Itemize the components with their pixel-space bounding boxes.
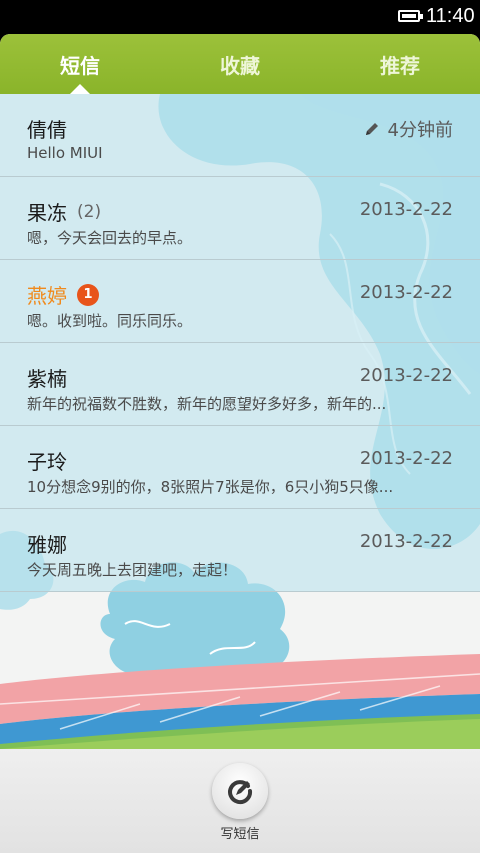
contact-name-text: 紫楠 bbox=[27, 367, 67, 391]
compose-icon bbox=[228, 780, 253, 805]
contact-name-text: 倩倩 bbox=[27, 118, 67, 142]
message-preview: 嗯。收到啦。同乐同乐。 bbox=[27, 312, 193, 330]
contact-name: 倩倩 bbox=[27, 114, 67, 143]
message-preview: 10分想念9别的你，8张照片7张是你，6只小狗5只像... bbox=[27, 478, 394, 496]
message-time-text: 4分钟前 bbox=[387, 120, 453, 141]
battery-icon bbox=[398, 10, 423, 22]
conversation-row[interactable]: 倩倩 4分钟前 Hello MIUI bbox=[0, 94, 480, 177]
compose-button[interactable] bbox=[212, 763, 268, 819]
contact-name-text: 雅娜 bbox=[27, 533, 67, 557]
message-time: 2013-2-22 bbox=[359, 365, 453, 386]
message-preview: 嗯，今天会回去的早点。 bbox=[27, 229, 193, 247]
message-time: 2013-2-22 bbox=[359, 199, 453, 220]
message-count: (2) bbox=[77, 201, 102, 222]
conversation-row[interactable]: 雅娜 2013-2-22 今天周五晚上去团建吧，走起！ bbox=[0, 509, 480, 592]
conversation-list: 倩倩 4分钟前 Hello MIUI 果冻 (2) 2013-2-22 嗯，今天… bbox=[0, 94, 480, 592]
conversation-row[interactable]: 子玲 2013-2-22 10分想念9别的你，8张照片7张是你，6只小狗5只像.… bbox=[0, 426, 480, 509]
status-bar: 11:40 bbox=[0, 0, 480, 34]
compose-label: 写短信 bbox=[220, 827, 260, 842]
contact-name: 紫楠 bbox=[27, 363, 67, 392]
tab-favorites[interactable]: 收藏 bbox=[160, 34, 320, 94]
message-time: 2013-2-22 bbox=[359, 282, 453, 303]
contact-name-text: 子玲 bbox=[27, 450, 67, 474]
contact-name: 燕婷 1 bbox=[27, 280, 99, 309]
bottom-action-bar: 写短信 bbox=[0, 749, 480, 853]
messaging-app: 短信 收藏 推荐 倩倩 4分钟前 Hello MIUI 果冻 (2) 2013-… bbox=[0, 34, 480, 853]
tab-label: 短信 bbox=[60, 53, 100, 78]
draft-pencil-icon bbox=[365, 123, 378, 135]
tab-recommend[interactable]: 推荐 bbox=[320, 34, 480, 94]
tab-sms[interactable]: 短信 bbox=[0, 34, 160, 94]
conversation-row[interactable]: 紫楠 2013-2-22 新年的祝福数不胜数，新年的愿望好多好多，新年的... bbox=[0, 343, 480, 426]
message-preview: 今天周五晚上去团建吧，走起！ bbox=[27, 561, 238, 579]
contact-name: 雅娜 bbox=[27, 529, 67, 558]
conversation-row[interactable]: 果冻 (2) 2013-2-22 嗯，今天会回去的早点。 bbox=[0, 177, 480, 260]
contact-name-text: 果冻 bbox=[27, 201, 67, 225]
tab-bar: 短信 收藏 推荐 bbox=[0, 34, 480, 94]
message-time: 2013-2-22 bbox=[359, 448, 453, 469]
active-tab-indicator bbox=[70, 84, 90, 94]
tab-label: 推荐 bbox=[380, 53, 420, 78]
contact-name-text: 燕婷 bbox=[27, 284, 67, 308]
contact-name: 子玲 bbox=[27, 446, 67, 475]
message-preview: 新年的祝福数不胜数，新年的愿望好多好多，新年的... bbox=[27, 395, 387, 413]
message-preview: Hello MIUI bbox=[27, 144, 103, 162]
message-time: 4分钟前 bbox=[364, 116, 453, 142]
conversation-row[interactable]: 燕婷 1 2013-2-22 嗯。收到啦。同乐同乐。 bbox=[0, 260, 480, 343]
message-time: 2013-2-22 bbox=[359, 531, 453, 552]
tab-label: 收藏 bbox=[220, 53, 260, 78]
contact-name: 果冻 (2) bbox=[27, 197, 101, 226]
status-time: 11:40 bbox=[426, 5, 475, 27]
unread-badge: 1 bbox=[77, 283, 99, 306]
